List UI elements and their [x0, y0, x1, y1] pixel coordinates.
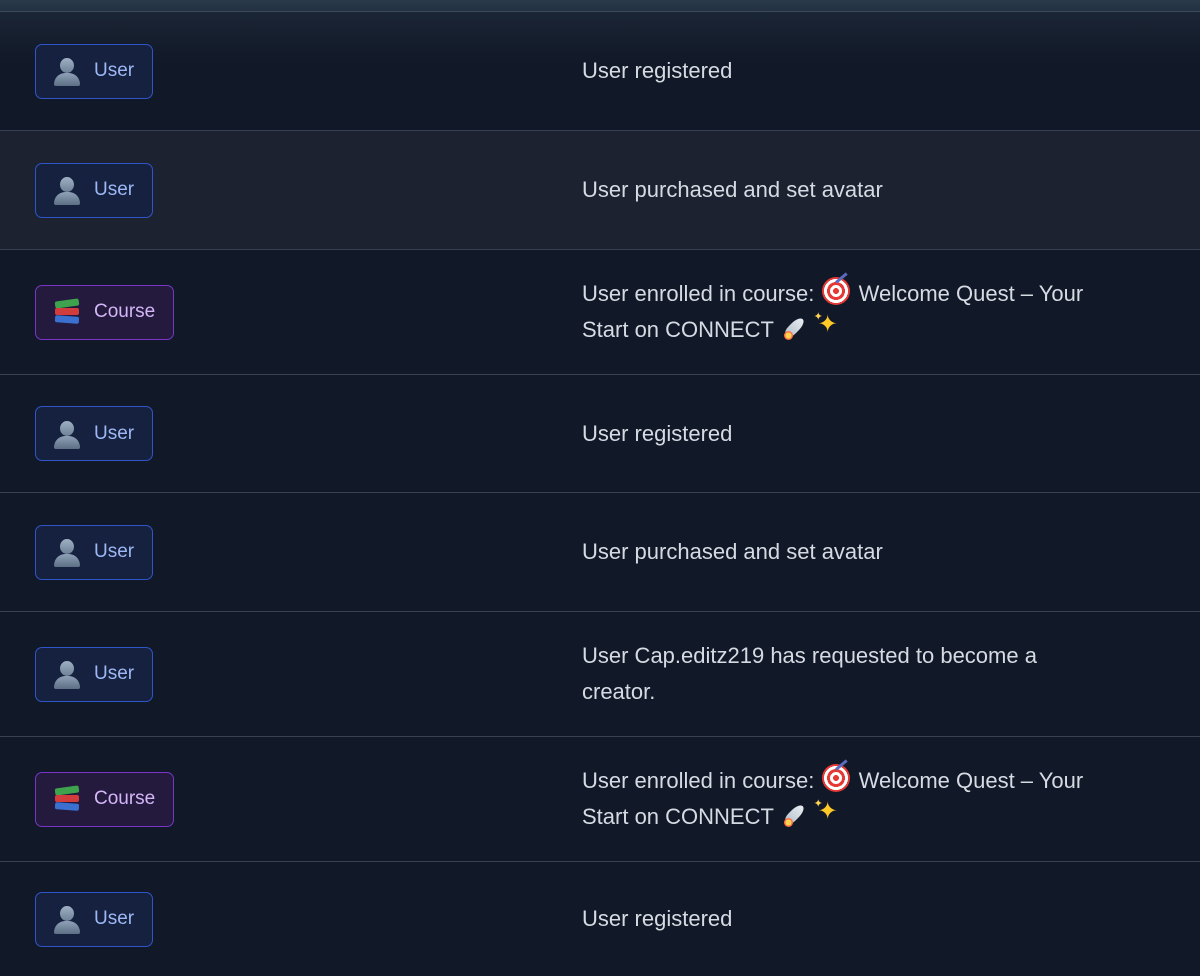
course-name-part1: Welcome Quest – Your	[858, 281, 1084, 306]
activity-description: User registered	[582, 416, 1200, 452]
activity-description: User Cap.editz219 has requested to becom…	[582, 638, 1200, 710]
type-cell: User	[0, 646, 582, 702]
description-text: User purchased and set avatar	[582, 177, 883, 202]
bust-silhouette-icon	[52, 537, 82, 567]
badge-label: User	[94, 179, 135, 200]
sparkles-icon	[814, 307, 842, 341]
course-name-part2: Start on CONNECT	[582, 317, 774, 342]
user-badge: User	[35, 406, 153, 461]
badge-label: Course	[94, 301, 156, 322]
activity-row: User User purchased and set avatar	[0, 131, 1200, 250]
description-prefix: User enrolled in course:	[582, 768, 815, 793]
badge-label: User	[94, 541, 135, 562]
course-name-part1: Welcome Quest – Your	[858, 768, 1084, 793]
rocket-icon	[782, 800, 810, 828]
badge-label: User	[94, 422, 135, 444]
badge-label: User	[94, 60, 135, 81]
sparkles-icon	[814, 794, 842, 828]
type-cell: User	[0, 524, 582, 580]
type-cell: User	[0, 891, 582, 947]
bust-silhouette-icon	[52, 56, 82, 86]
course-badge: Course	[35, 771, 174, 827]
activity-row: User User registered	[0, 12, 1200, 131]
badge-label: User	[94, 908, 135, 929]
activity-row: Course User enrolled in course: Welcome …	[0, 250, 1200, 375]
activity-description: User registered	[582, 53, 1200, 89]
badge-label: User	[94, 663, 135, 684]
description-prefix: User enrolled in course:	[582, 281, 815, 306]
activity-row: User User Cap.editz219 has requested to …	[0, 612, 1200, 737]
type-cell: User	[0, 162, 582, 218]
type-cell: Course	[0, 284, 582, 340]
bust-silhouette-icon	[52, 419, 82, 449]
badge-label: Course	[94, 788, 156, 809]
activity-row: User User registered	[0, 375, 1200, 493]
activity-list: User User registered User User purchased…	[0, 12, 1200, 976]
books-icon	[52, 784, 82, 814]
activity-row: Course User enrolled in course: Welcome …	[0, 737, 1200, 862]
type-cell: User	[0, 43, 582, 99]
rocket-icon	[782, 313, 810, 341]
user-badge: User	[35, 646, 153, 702]
user-badge: User	[35, 524, 153, 580]
course-badge: Course	[35, 284, 174, 340]
description-text: User registered	[582, 906, 733, 931]
books-icon	[52, 297, 82, 327]
bust-silhouette-icon	[52, 904, 82, 934]
activity-page: User User registered User User purchased…	[0, 0, 1200, 976]
activity-description: User purchased and set avatar	[582, 534, 1200, 570]
bust-silhouette-icon	[52, 659, 82, 689]
activity-description: User enrolled in course: Welcome Quest –…	[582, 276, 1200, 348]
direct-hit-icon	[822, 764, 851, 792]
user-badge: User	[35, 891, 153, 947]
course-name-part2: Start on CONNECT	[582, 804, 774, 829]
description-text: User purchased and set avatar	[582, 539, 883, 564]
bust-silhouette-icon	[52, 175, 82, 205]
activity-description: User registered	[582, 901, 1200, 937]
description-text: User registered	[582, 420, 733, 446]
activity-description: User purchased and set avatar	[582, 172, 1200, 208]
activity-description: User enrolled in course: Welcome Quest –…	[582, 763, 1200, 835]
type-cell: Course	[0, 771, 582, 827]
description-text: User registered	[582, 58, 733, 83]
user-badge: User	[35, 162, 153, 218]
user-badge: User	[35, 43, 153, 99]
activity-row: User User registered	[0, 862, 1200, 976]
description-text: User Cap.editz219 has requested to becom…	[582, 643, 1037, 704]
direct-hit-icon	[822, 277, 851, 305]
table-header-edge	[0, 0, 1200, 12]
activity-row: User User purchased and set avatar	[0, 493, 1200, 612]
type-cell: User	[0, 406, 582, 461]
